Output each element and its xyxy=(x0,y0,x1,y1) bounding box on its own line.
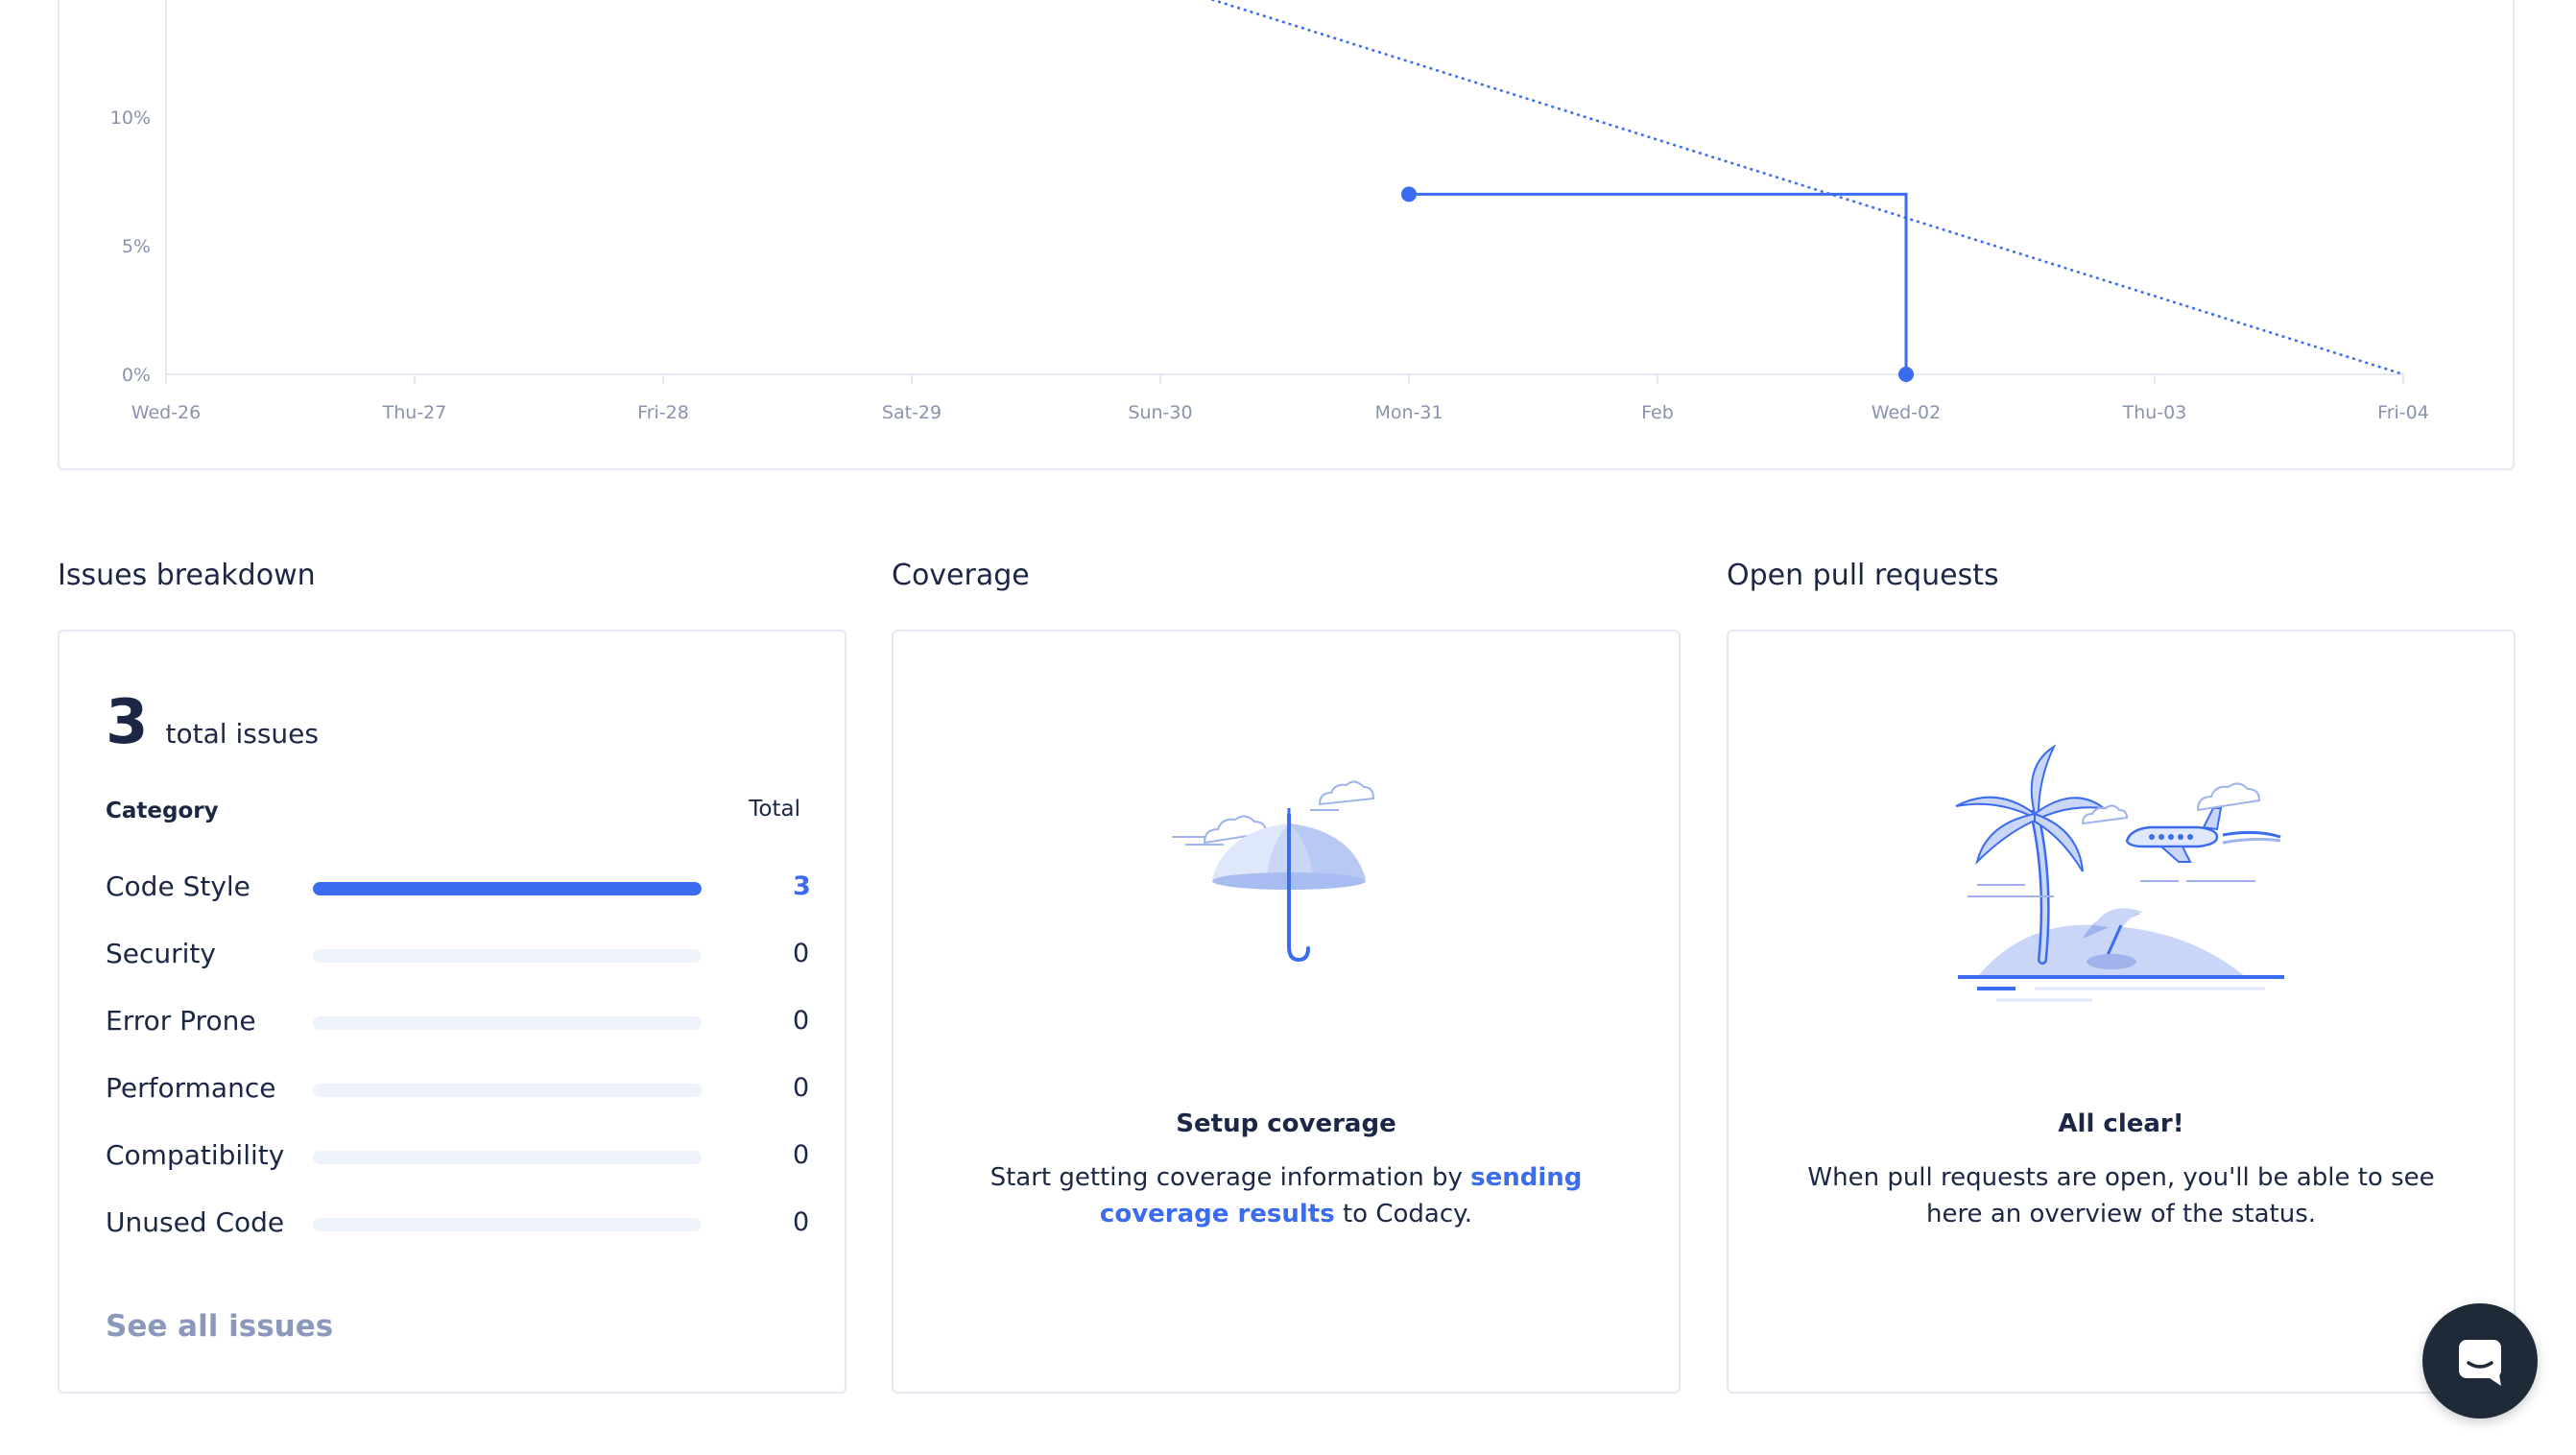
x-tick-label: Thu-27 xyxy=(382,402,447,423)
category-label: Code Style xyxy=(106,871,250,902)
open-pull-requests-title: Open pull requests xyxy=(1727,559,1999,592)
coverage-text-after: to Codacy. xyxy=(1334,1200,1473,1228)
category-bar xyxy=(313,1218,702,1231)
category-row-performance[interactable]: Performance 0 xyxy=(106,1072,809,1140)
pull-requests-illustration xyxy=(1729,737,2514,1025)
y-tick-label: 10% xyxy=(110,107,151,129)
island-icon xyxy=(1955,744,2284,1002)
category-bar xyxy=(313,882,702,895)
category-bar xyxy=(313,949,702,963)
coverage-card: Setup coverage Start getting coverage in… xyxy=(892,630,1681,1394)
category-count: 0 xyxy=(793,1140,810,1170)
issues-total: 3 total issues xyxy=(106,687,319,758)
category-header: Category xyxy=(106,799,219,823)
category-count: 0 xyxy=(793,1006,810,1036)
issues-breakdown-card: 3 total issues Category Total Code Style… xyxy=(58,630,847,1394)
category-count[interactable]: 3 xyxy=(793,871,811,902)
category-bar xyxy=(313,1016,702,1030)
data-point xyxy=(1401,186,1417,203)
category-row-error-prone[interactable]: Error Prone 0 xyxy=(106,1005,809,1073)
open-pull-requests-card: All clear! When pull requests are open, … xyxy=(1727,630,2516,1394)
x-tick-label: Thu-03 xyxy=(2122,402,2187,423)
category-count: 0 xyxy=(793,939,810,968)
category-label: Security xyxy=(106,938,216,969)
issues-total-count: 3 xyxy=(106,687,149,758)
data-point xyxy=(1898,367,1914,382)
umbrella-icon xyxy=(1172,780,1375,963)
all-clear-text: When pull requests are open, you'll be a… xyxy=(1807,1163,2435,1228)
category-label: Performance xyxy=(106,1072,276,1104)
setup-coverage-title: Setup coverage xyxy=(1176,1109,1396,1138)
x-tick-label: Feb xyxy=(1641,402,1674,423)
category-row-unused-code[interactable]: Unused Code 0 xyxy=(106,1206,809,1275)
chat-icon xyxy=(2459,1340,2501,1386)
x-tick-label: Wed-02 xyxy=(1872,402,1941,423)
coverage-illustration xyxy=(894,775,1679,967)
category-label: Compatibility xyxy=(106,1139,285,1171)
all-clear-title: All clear! xyxy=(2058,1109,2184,1138)
coverage-title: Coverage xyxy=(892,559,1030,592)
x-tick-label: Wed-26 xyxy=(131,402,201,423)
coverage-line xyxy=(1409,192,1908,374)
category-row-security[interactable]: Security 0 xyxy=(106,938,809,1006)
x-tick-label: Fri-04 xyxy=(2377,402,2429,423)
issues-total-label: total issues xyxy=(165,718,319,750)
category-count: 0 xyxy=(793,1073,810,1103)
x-tick-label: Mon-31 xyxy=(1374,402,1443,423)
coverage-text-before: Start getting coverage information by xyxy=(990,1163,1471,1192)
category-bar xyxy=(313,1151,702,1164)
trend-line xyxy=(1209,0,2404,376)
x-tick-label: Fri-28 xyxy=(637,402,689,423)
see-all-issues-link[interactable]: See all issues xyxy=(106,1309,333,1344)
coverage-chart: 0% 5% 10% Wed-26 Thu-27 Fri-28 Sat-29 Sun-30 Mon… xyxy=(110,0,2429,423)
setup-coverage-text: Start getting coverage information by se… xyxy=(942,1159,1631,1232)
category-count: 0 xyxy=(793,1207,810,1237)
category-label: Error Prone xyxy=(106,1005,256,1037)
issues-category-list: Code Style 3 Security 0 Error Prone 0 Pe… xyxy=(106,871,811,1275)
x-tick-label: Sat-29 xyxy=(882,402,942,423)
category-row-code-style[interactable]: Code Style 3 xyxy=(106,871,811,939)
category-bar-fill xyxy=(313,882,702,895)
issues-breakdown-title: Issues breakdown xyxy=(58,559,316,592)
y-tick-label: 0% xyxy=(122,365,151,386)
total-header: Total xyxy=(749,797,800,822)
chat-launcher-button[interactable] xyxy=(2422,1303,2538,1419)
category-label: Unused Code xyxy=(106,1206,285,1238)
category-bar xyxy=(313,1084,702,1097)
y-tick-label: 5% xyxy=(122,236,151,257)
x-tick-label: Sun-30 xyxy=(1128,402,1192,423)
category-row-compatibility[interactable]: Compatibility 0 xyxy=(106,1139,809,1207)
